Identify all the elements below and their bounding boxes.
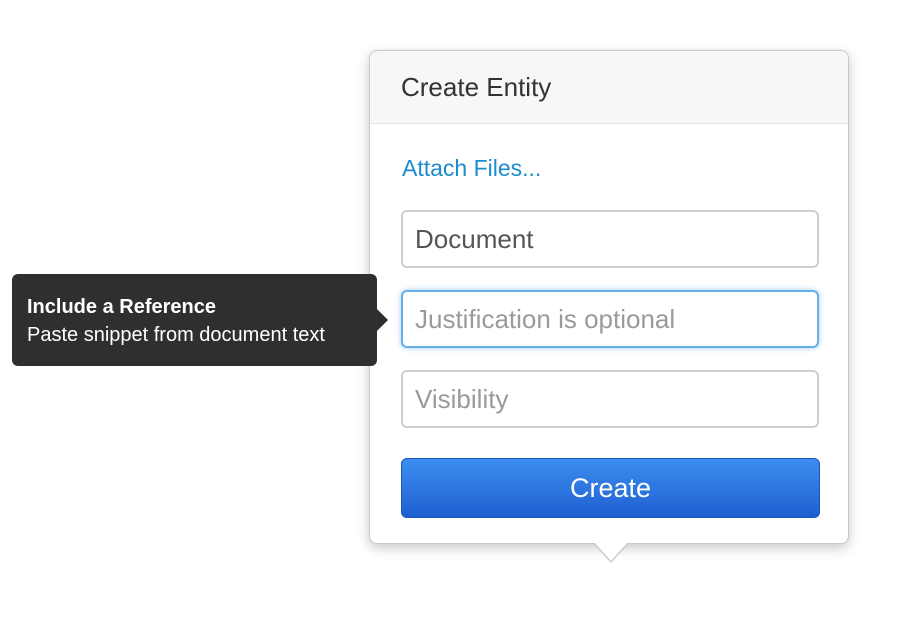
popover-title: Create Entity — [401, 71, 552, 102]
justification-field[interactable] — [401, 290, 819, 348]
tooltip-arrow — [377, 309, 388, 331]
document-field[interactable] — [401, 210, 819, 268]
attach-files-link[interactable]: Attach Files... — [402, 155, 541, 182]
popover-arrow-fill — [594, 542, 628, 561]
tooltip-text: Paste snippet from document text — [27, 324, 325, 346]
visibility-field[interactable] — [401, 370, 819, 428]
popover-header: Create Entity — [370, 51, 848, 124]
reference-tooltip: Include a Reference Paste snippet from d… — [12, 274, 377, 366]
stage: Create Entity Attach Files... Create Inc… — [0, 0, 912, 636]
create-entity-popover: Create Entity Attach Files... Create — [369, 50, 849, 544]
create-button[interactable]: Create — [401, 458, 820, 518]
tooltip-title: Include a Reference — [27, 296, 216, 318]
